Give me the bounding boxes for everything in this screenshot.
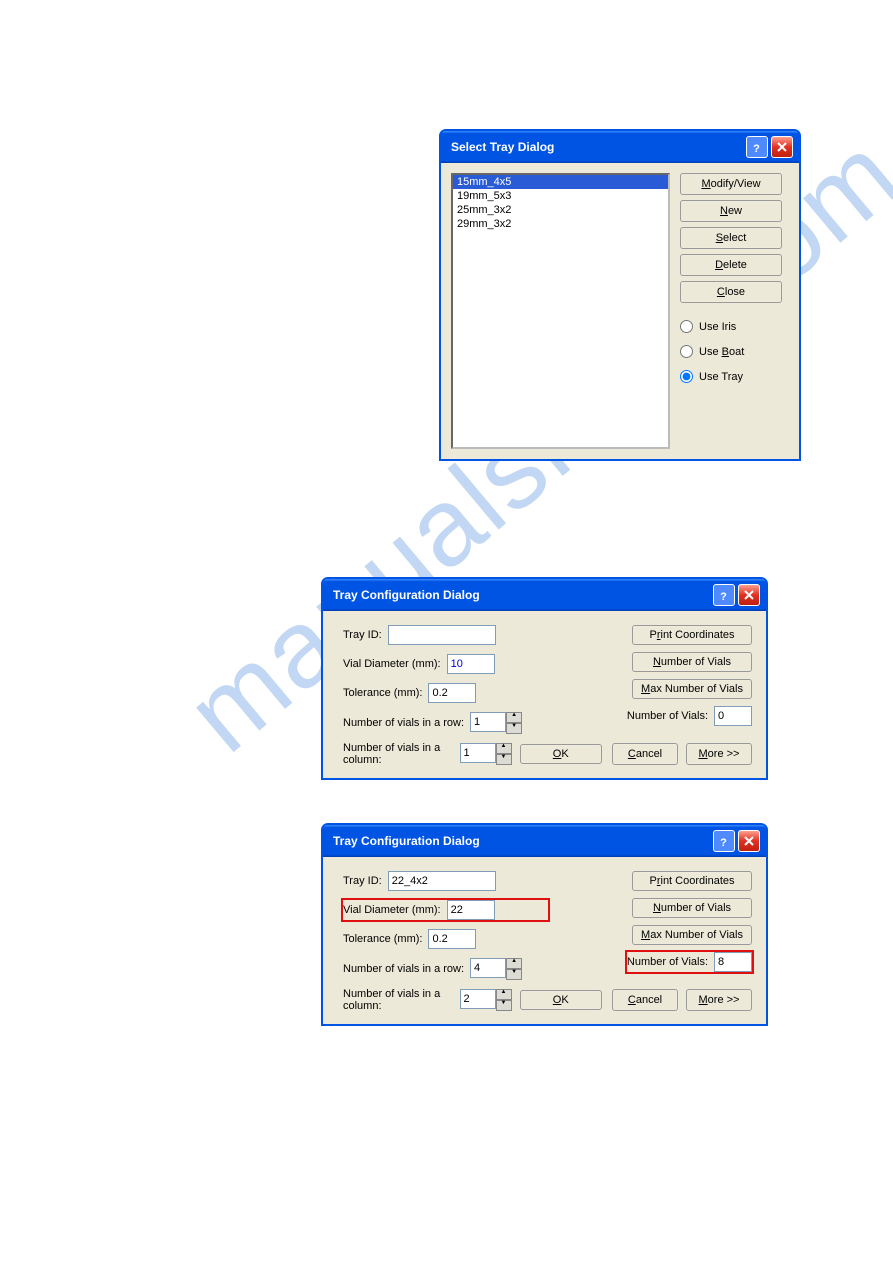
more-button[interactable]: More >> <box>686 743 752 765</box>
vials-col-label: Number of vials in a column: <box>343 988 454 1012</box>
new-button[interactable]: New <box>680 200 782 222</box>
vials-row-input[interactable] <box>470 712 506 732</box>
tolerance-input[interactable] <box>428 929 476 949</box>
vial-diameter-input[interactable] <box>447 654 495 674</box>
close-dialog-button[interactable]: Close <box>680 281 782 303</box>
num-vials-label: Number of Vials: <box>627 956 708 968</box>
list-item[interactable]: 15mm_4x5 <box>453 175 668 189</box>
select-button[interactable]: Select <box>680 227 782 249</box>
spin-down-icon[interactable]: ▼ <box>506 723 522 734</box>
more-button[interactable]: More >> <box>686 989 752 1011</box>
spin-down-icon[interactable]: ▼ <box>506 969 522 980</box>
list-item[interactable]: 29mm_3x2 <box>453 217 668 231</box>
close-button[interactable] <box>738 830 760 852</box>
vials-row-input[interactable] <box>470 958 506 978</box>
titlebar[interactable]: Tray Configuration Dialog ? <box>323 825 766 857</box>
radio-label: Use Tray <box>699 371 743 383</box>
spin-up-icon[interactable]: ▲ <box>496 743 512 754</box>
cancel-button[interactable]: Cancel <box>612 989 678 1011</box>
vial-diameter-field: Vial Diameter (mm): <box>343 654 548 674</box>
tolerance-field: Tolerance (mm): <box>343 683 548 703</box>
spin-up-icon[interactable]: ▲ <box>506 712 522 723</box>
tolerance-field: Tolerance (mm): <box>343 929 548 949</box>
radio-input[interactable] <box>680 345 693 358</box>
number-of-vials-button[interactable]: Number of Vials <box>632 652 752 672</box>
use-tray-radio[interactable]: Use Tray <box>680 368 782 385</box>
modify-view-button[interactable]: Modify/View <box>680 173 782 195</box>
tolerance-label: Tolerance (mm): <box>343 687 422 699</box>
spin-down-icon[interactable]: ▼ <box>496 1000 512 1011</box>
radio-input[interactable] <box>680 320 693 333</box>
select-tray-dialog: Select Tray Dialog ? 15mm_4x5 19mm_5x3 2… <box>440 130 800 460</box>
vials-row-label: Number of vials in a row: <box>343 963 464 975</box>
svg-text:?: ? <box>753 142 760 152</box>
vials-row-field: Number of vials in a row: ▲ ▼ <box>343 958 548 980</box>
number-of-vials-button[interactable]: Number of Vials <box>632 898 752 918</box>
spin-up-icon[interactable]: ▲ <box>496 989 512 1000</box>
tolerance-input[interactable] <box>428 683 476 703</box>
tray-id-label: Tray ID: <box>343 875 382 887</box>
spin-up-icon[interactable]: ▲ <box>506 958 522 969</box>
vial-diameter-label: Vial Diameter (mm): <box>343 658 441 670</box>
list-item[interactable]: 25mm_3x2 <box>453 203 668 217</box>
help-button[interactable]: ? <box>713 584 735 606</box>
vials-col-input[interactable] <box>460 743 496 763</box>
vials-col-input[interactable] <box>460 989 496 1009</box>
list-item[interactable]: 19mm_5x3 <box>453 189 668 203</box>
vials-row-label: Number of vials in a row: <box>343 717 464 729</box>
max-number-of-vials-button[interactable]: Max Number of Vials <box>632 925 752 945</box>
tray-listbox[interactable]: 15mm_4x5 19mm_5x3 25mm_3x2 29mm_3x2 <box>451 173 670 449</box>
number-of-vials-readout: Number of Vials: <box>627 706 752 726</box>
tray-id-label: Tray ID: <box>343 629 382 641</box>
print-coordinates-button[interactable]: Print Coordinates <box>632 871 752 891</box>
num-vials-output <box>714 706 752 726</box>
num-vials-label: Number of Vials: <box>627 710 708 722</box>
delete-button[interactable]: Delete <box>680 254 782 276</box>
vials-col-field: Number of vials in a column: ▲ ▼ <box>343 742 512 766</box>
num-vials-output <box>714 952 752 972</box>
dialog-title: Select Tray Dialog <box>451 140 743 154</box>
titlebar[interactable]: Tray Configuration Dialog ? <box>323 579 766 611</box>
ok-button[interactable]: OK <box>520 990 603 1010</box>
titlebar[interactable]: Select Tray Dialog ? <box>441 131 799 163</box>
tray-id-input[interactable] <box>388 625 496 645</box>
help-button[interactable]: ? <box>713 830 735 852</box>
svg-text:?: ? <box>720 590 727 600</box>
tray-id-field: Tray ID: <box>343 625 548 645</box>
vials-col-field: Number of vials in a column: ▲ ▼ <box>343 988 512 1012</box>
vials-col-label: Number of vials in a column: <box>343 742 454 766</box>
ok-button[interactable]: OK <box>520 744 603 764</box>
tray-config-dialog: Tray Configuration Dialog ? Tray ID: Via… <box>322 578 767 779</box>
dialog-title: Tray Configuration Dialog <box>333 834 710 848</box>
number-of-vials-readout: Number of Vials: <box>627 952 752 972</box>
radio-input[interactable] <box>680 370 693 383</box>
print-coordinates-button[interactable]: Print Coordinates <box>632 625 752 645</box>
close-button[interactable] <box>738 584 760 606</box>
tray-id-input[interactable] <box>388 871 496 891</box>
tray-id-field: Tray ID: <box>343 871 548 891</box>
radio-label: Use Boat <box>699 346 744 358</box>
use-boat-radio[interactable]: Use Boat <box>680 343 782 360</box>
tolerance-label: Tolerance (mm): <box>343 933 422 945</box>
tray-config-dialog-filled: Tray Configuration Dialog ? Tray ID: Via… <box>322 824 767 1025</box>
use-iris-radio[interactable]: Use Iris <box>680 318 782 335</box>
max-number-of-vials-button[interactable]: Max Number of Vials <box>632 679 752 699</box>
dialog-title: Tray Configuration Dialog <box>333 588 710 602</box>
spin-down-icon[interactable]: ▼ <box>496 754 512 765</box>
vial-diameter-field: Vial Diameter (mm): <box>343 900 548 920</box>
vial-diameter-input[interactable] <box>447 900 495 920</box>
vials-row-field: Number of vials in a row: ▲ ▼ <box>343 712 548 734</box>
vial-diameter-label: Vial Diameter (mm): <box>343 904 441 916</box>
help-button[interactable]: ? <box>746 136 768 158</box>
cancel-button[interactable]: Cancel <box>612 743 678 765</box>
radio-label: Use Iris <box>699 321 736 333</box>
svg-text:?: ? <box>720 836 727 846</box>
close-button[interactable] <box>771 136 793 158</box>
